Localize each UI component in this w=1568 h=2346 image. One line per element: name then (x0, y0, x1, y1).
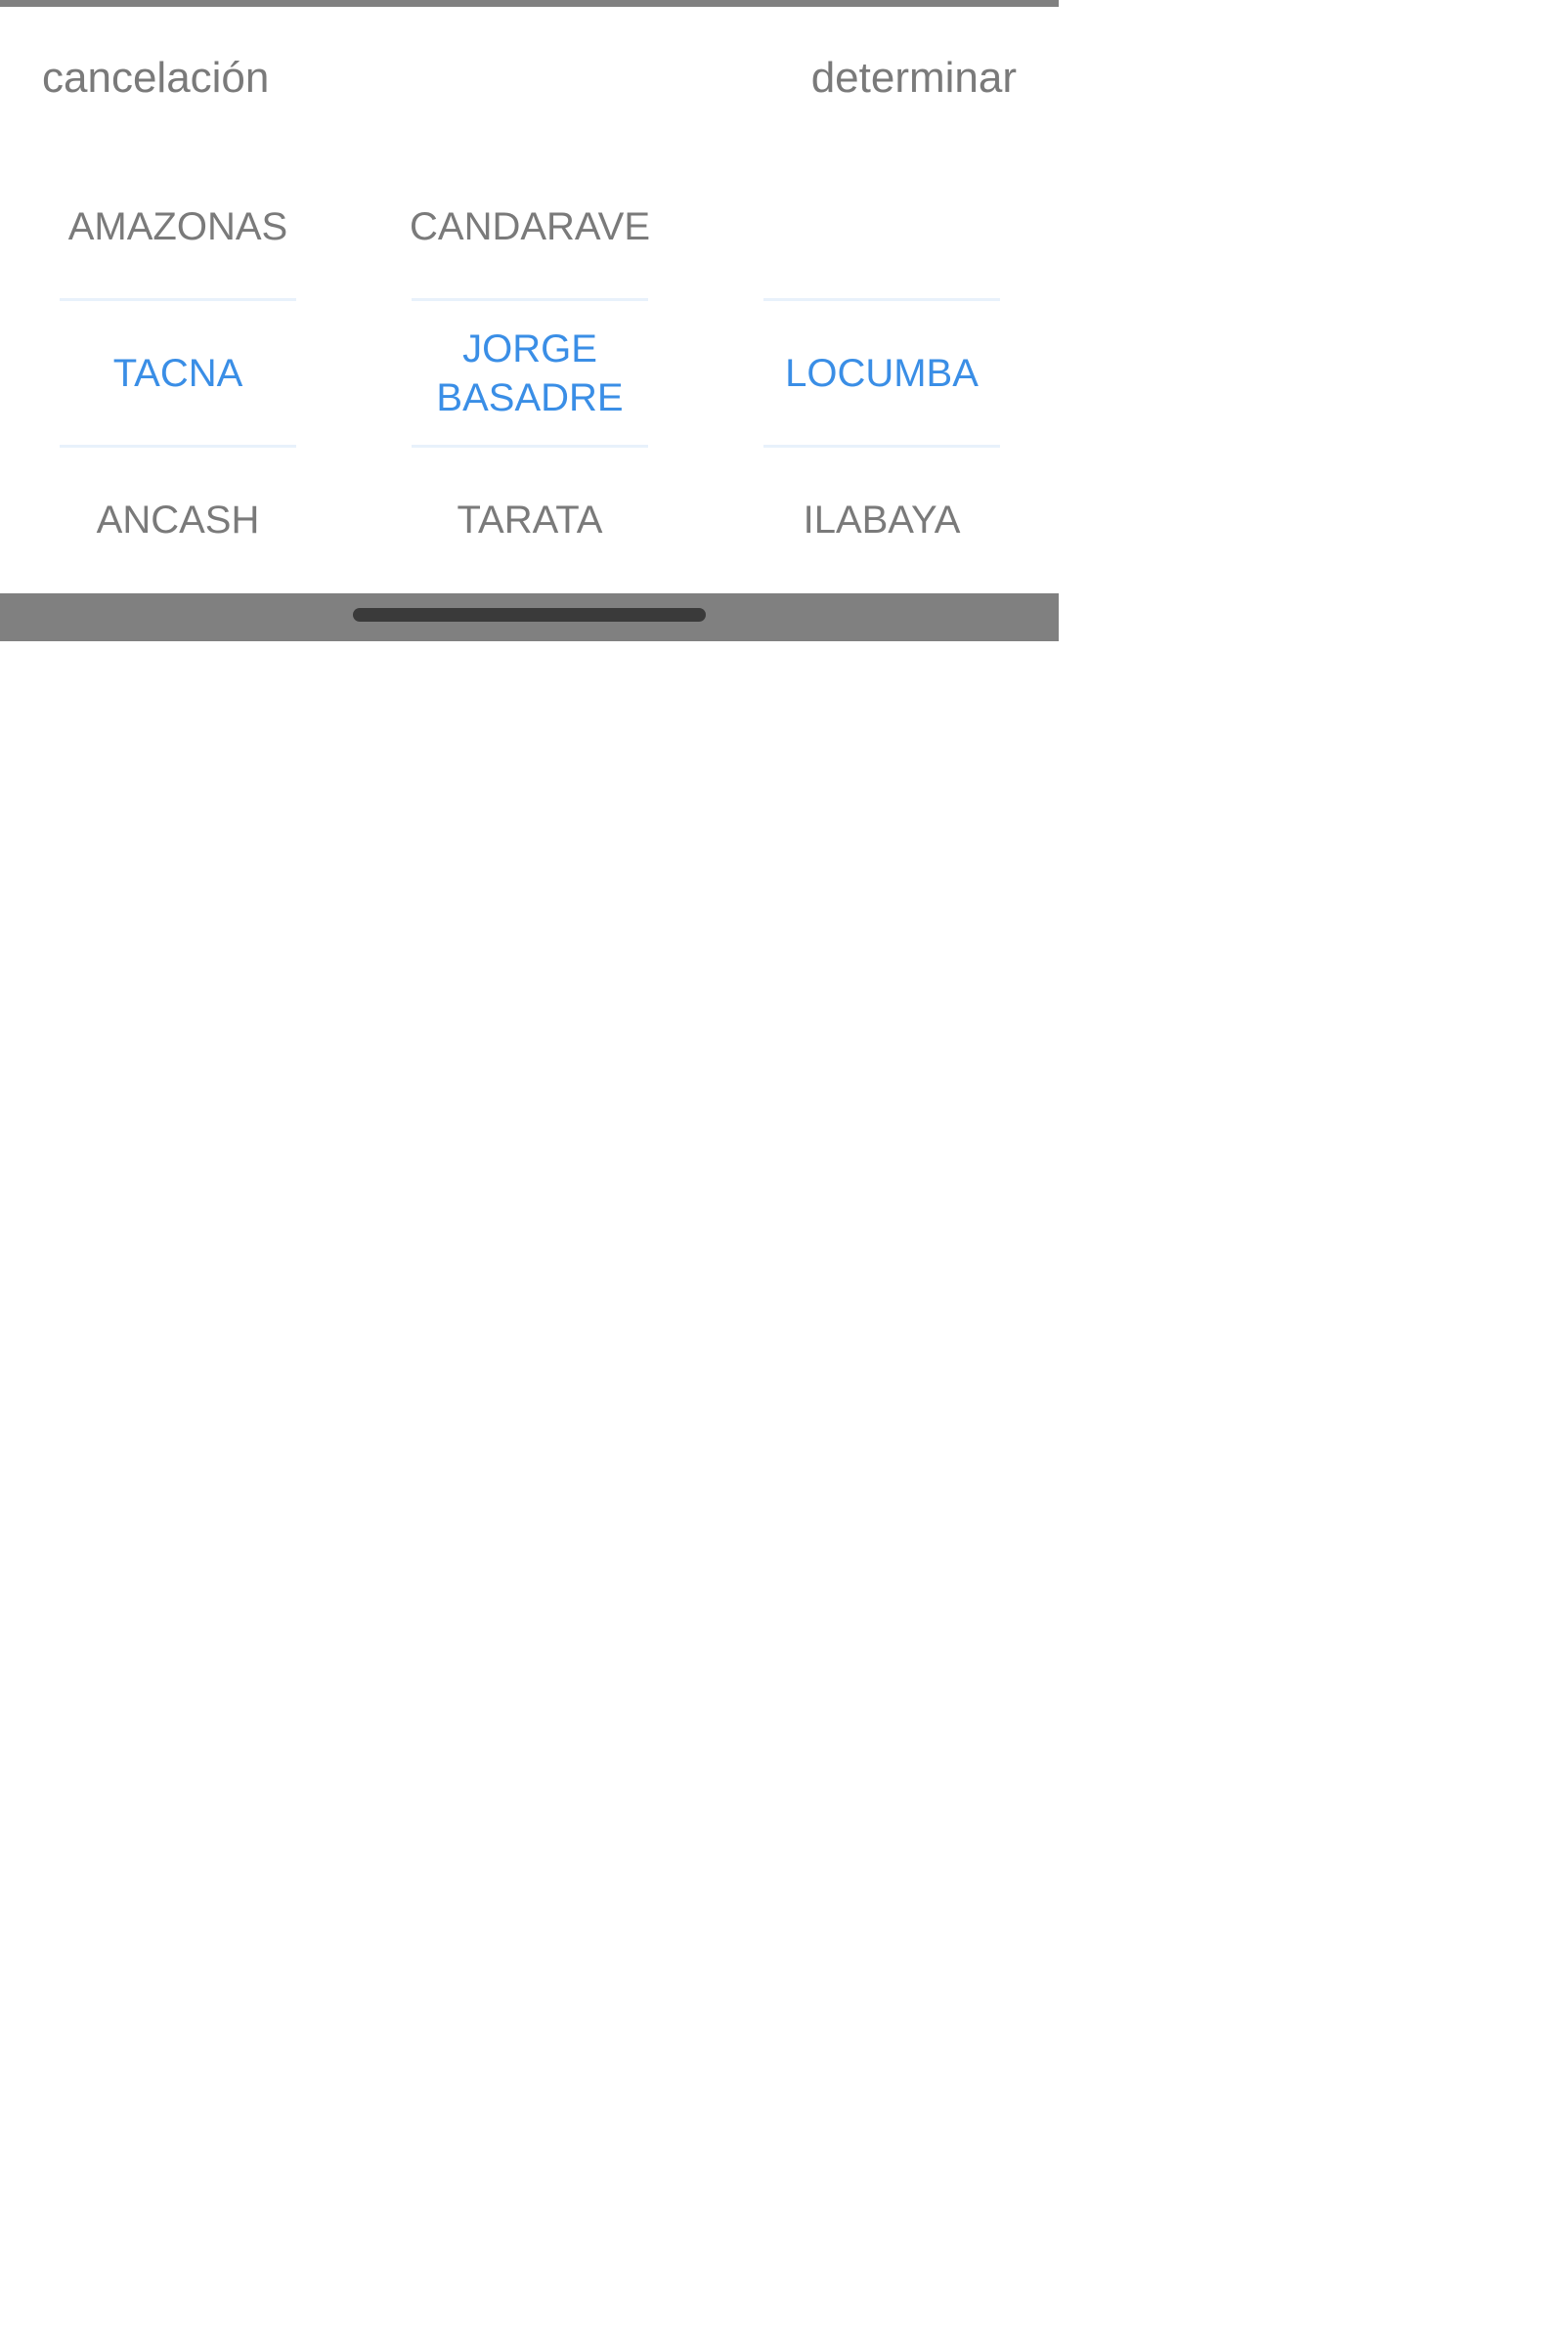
department-wheel[interactable]: AMAZONAS TACNA ANCASH (60, 153, 296, 593)
status-bar-strip (0, 0, 1059, 7)
department-option[interactable]: AMAZONAS (60, 153, 296, 300)
department-option[interactable]: ANCASH (60, 447, 296, 593)
district-selected-option[interactable]: LOCUMBA (763, 300, 1000, 447)
region-picker-sheet: cancelación determinar AMAZONAS TACNA AN… (0, 0, 1059, 641)
navigation-bar (0, 593, 1059, 641)
district-wheel[interactable]: LOCUMBA ILABAYA (763, 153, 1000, 593)
confirm-button[interactable]: determinar (811, 51, 1017, 106)
home-indicator[interactable] (353, 608, 706, 622)
province-option[interactable]: TARATA (412, 447, 648, 593)
province-wheel[interactable]: CANDARAVE JORGE BASADRE TARATA (410, 153, 650, 593)
screen: cancelación determinar AMAZONAS TACNA AN… (0, 0, 1568, 2346)
district-option[interactable] (763, 153, 1000, 300)
province-selected-option[interactable]: JORGE BASADRE (412, 300, 648, 447)
province-option[interactable]: CANDARAVE (410, 153, 650, 300)
picker-toolbar: cancelación determinar (0, 7, 1059, 153)
department-selected-option[interactable]: TACNA (60, 300, 296, 447)
district-option[interactable]: ILABAYA (763, 447, 1000, 593)
region-picker-wheels: AMAZONAS TACNA ANCASH CANDARAVE JORGE BA… (0, 153, 1059, 593)
cancel-button[interactable]: cancelación (42, 51, 269, 106)
